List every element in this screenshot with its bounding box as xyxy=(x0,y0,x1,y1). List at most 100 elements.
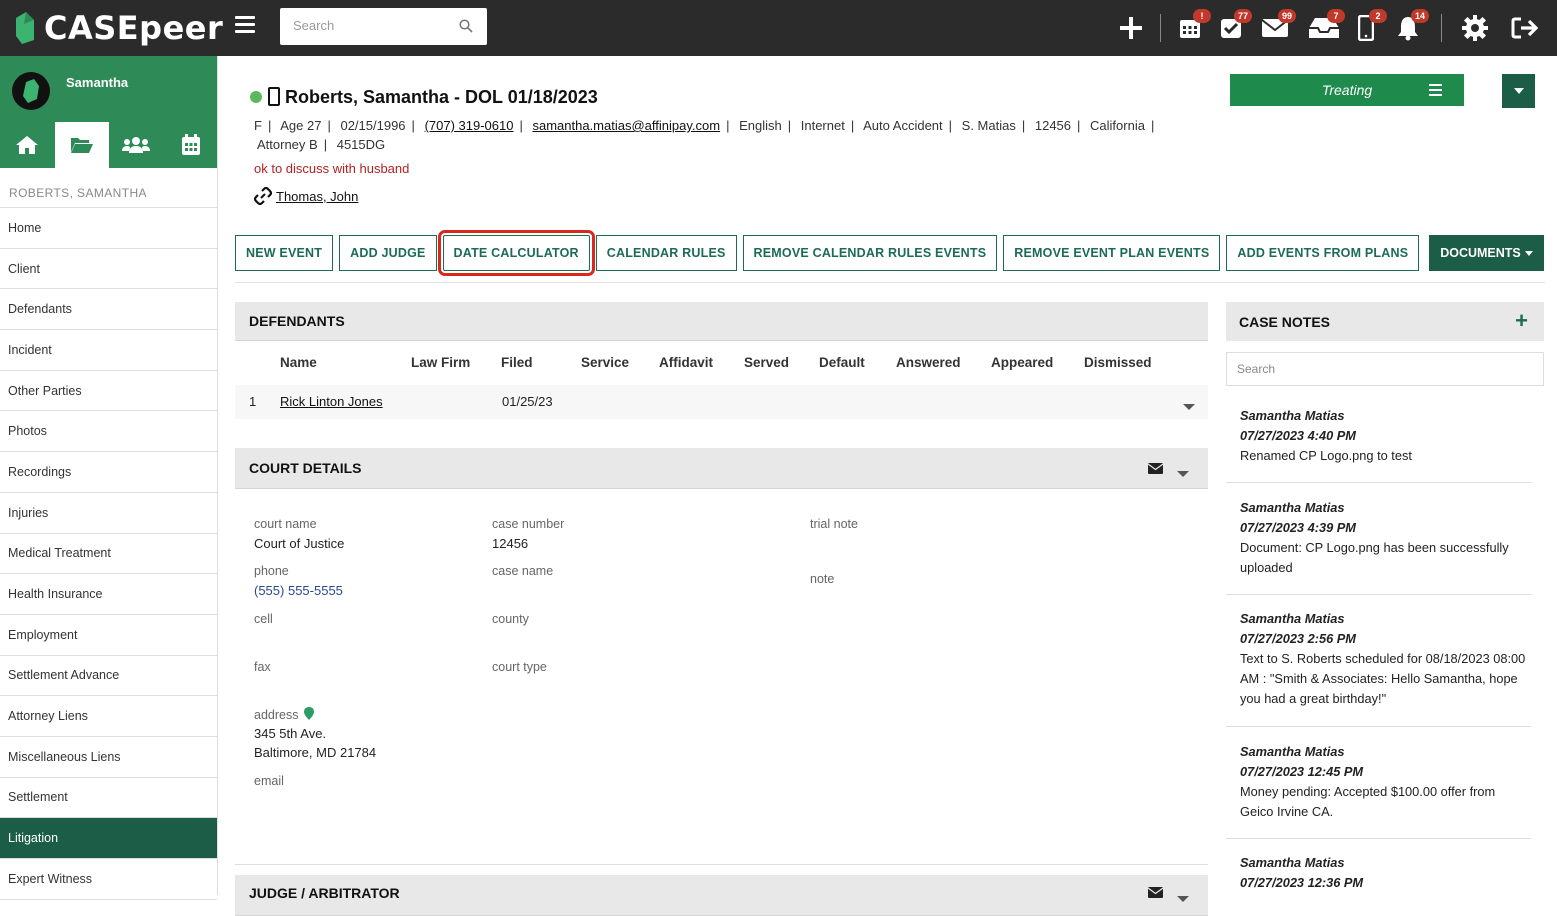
mobile-badge: 2 xyxy=(1369,9,1387,23)
sidebar-item-settlement-advance[interactable]: Settlement Advance xyxy=(0,656,217,697)
client-attorney: Attorney B xyxy=(257,137,318,152)
mail-icon[interactable]: 99 xyxy=(1258,9,1296,46)
sidebar-item-expert-witness[interactable]: Expert Witness xyxy=(0,859,217,900)
case-status-button[interactable]: Treating xyxy=(1230,74,1464,106)
add-events-from-plans-button[interactable]: ADD EVENTS FROM PLANS xyxy=(1226,235,1420,271)
note-text: Money pending: Accepted $100.00 offer fr… xyxy=(1240,784,1496,819)
add-judge-button[interactable]: ADD JUDGE xyxy=(339,235,437,271)
column-header-appeared: Appeared xyxy=(991,355,1054,370)
court-phone-value[interactable]: (555) 555-5555 xyxy=(254,583,343,598)
sidebar-item-medical-treatment[interactable]: Medical Treatment xyxy=(0,534,217,575)
remove-event-plan-events-button[interactable]: REMOVE EVENT PLAN EVENTS xyxy=(1003,235,1221,271)
tab-contacts[interactable] xyxy=(109,122,164,168)
sidebar-item-health-insurance[interactable]: Health Insurance xyxy=(0,574,217,615)
table-row[interactable]: 1 Rick Linton Jones 01/25/23 xyxy=(235,385,1208,419)
sidebar-item-defendants[interactable]: Defendants xyxy=(0,289,217,331)
sidebar-item-litigation[interactable]: Litigation xyxy=(0,818,217,859)
documents-label: DOCUMENTS xyxy=(1440,246,1521,260)
status-dropdown-toggle[interactable] xyxy=(1502,74,1535,108)
envelope-icon[interactable] xyxy=(1148,463,1163,474)
column-header-filed: Filed xyxy=(501,355,533,370)
collapse-toggle-icon[interactable] xyxy=(1177,889,1189,905)
casepeer-logo[interactable]: CASEpeer xyxy=(12,6,223,50)
sidebar-item-employment[interactable]: Employment xyxy=(0,615,217,656)
sidebar-item-other-parties[interactable]: Other Parties xyxy=(0,371,217,412)
avatar[interactable] xyxy=(12,72,50,110)
column-header-served: Served xyxy=(744,355,790,370)
note-time: 07/27/2023 12:36 PM xyxy=(1240,875,1364,890)
folder-open-icon xyxy=(70,138,93,153)
add-icon[interactable] xyxy=(1114,10,1148,46)
court-details-panel-header: COURT DETAILS xyxy=(235,448,1208,489)
client-source: Internet xyxy=(800,118,845,133)
sidebar-item-client[interactable]: Client xyxy=(0,249,217,290)
row-expand-icon[interactable] xyxy=(1183,398,1195,413)
sidebar-item-miscellaneous-liens[interactable]: Miscellaneous Liens xyxy=(0,737,217,778)
client-phone-link[interactable]: (707) 319-0610 xyxy=(425,118,514,133)
client-case-type: Auto Accident xyxy=(863,118,943,133)
divider xyxy=(1160,14,1161,42)
case-notes-search-input[interactable] xyxy=(1226,352,1544,386)
divider xyxy=(235,864,1208,865)
sidebar-nav: Home Client Defendants Incident Other Pa… xyxy=(0,208,217,900)
client-language: English xyxy=(739,118,782,133)
sidebar-item-injuries[interactable]: Injuries xyxy=(0,493,217,534)
global-search-input[interactable] xyxy=(280,8,450,43)
court-name-value: Court of Justice xyxy=(254,536,345,551)
collapse-toggle-icon[interactable] xyxy=(1177,464,1189,480)
note-author: Samantha Matias xyxy=(1240,500,1345,515)
sidebar-item-settlement[interactable]: Settlement xyxy=(0,778,217,819)
inbox-icon[interactable]: 7 xyxy=(1307,9,1345,46)
sidebar-item-incident[interactable]: Incident xyxy=(0,330,217,371)
gear-icon[interactable] xyxy=(1458,10,1492,46)
court-email-label: email xyxy=(254,774,284,788)
sidebar-item-recordings[interactable]: Recordings xyxy=(0,452,217,493)
client-title: Roberts, Samantha - DOL 01/18/2023 xyxy=(285,87,598,107)
home-icon xyxy=(16,136,39,154)
sidebar-item-home[interactable]: Home xyxy=(0,208,217,249)
tab-calendar[interactable] xyxy=(164,122,219,168)
defendants-title: DEFENDANTS xyxy=(249,313,345,329)
global-search[interactable] xyxy=(280,8,487,45)
tab-home[interactable] xyxy=(0,122,55,168)
search-icon[interactable] xyxy=(459,19,473,33)
case-notes-title: CASE NOTES xyxy=(1239,313,1331,330)
trial-note-label: trial note xyxy=(810,517,858,531)
defendant-name-link[interactable]: Rick Linton Jones xyxy=(280,394,383,409)
court-details-title: COURT DETAILS xyxy=(249,460,362,476)
column-header-law-firm: Law Firm xyxy=(411,355,471,370)
menu-icon[interactable] xyxy=(235,16,255,38)
calendar-rules-button[interactable]: CALENDAR RULES xyxy=(595,235,737,271)
column-header-default: Default xyxy=(819,355,865,370)
client-info-line-2: Attorney B | 4515DG xyxy=(257,137,386,152)
court-address-line-1: 345 5th Ave. xyxy=(254,726,327,741)
logout-icon[interactable] xyxy=(1508,10,1542,46)
case-note: Samantha Matias 07/27/2023 12:36 PM xyxy=(1240,853,1532,893)
note-time: 07/27/2023 4:40 PM xyxy=(1240,428,1356,443)
court-cell-label: cell xyxy=(254,612,273,626)
map-pin-icon[interactable] xyxy=(303,707,314,720)
case-number-value: 12456 xyxy=(492,536,529,551)
sidebar-item-attorney-liens[interactable]: Attorney Liens xyxy=(0,696,217,737)
mobile-icon[interactable]: 2 xyxy=(1349,9,1387,46)
documents-dropdown-button[interactable]: DOCUMENTS xyxy=(1429,235,1544,271)
tab-case-files[interactable] xyxy=(54,122,109,168)
note-author: Samantha Matias xyxy=(1240,408,1345,423)
linked-contact-link[interactable]: Thomas, John xyxy=(276,189,358,204)
client-email-link[interactable]: samantha.matias@affinipay.com xyxy=(532,118,720,133)
sidebar: Samantha ROBERTS, SAMANTHA Home Client D… xyxy=(0,56,219,900)
remove-calendar-rules-events-button[interactable]: REMOVE CALENDAR RULES EVENTS xyxy=(742,235,998,271)
sidebar-item-photos[interactable]: Photos xyxy=(0,411,217,453)
new-event-button[interactable]: NEW EVENT xyxy=(235,235,334,271)
litigation-action-bar: NEW EVENT ADD JUDGE DATE CALCULATOR CALE… xyxy=(235,230,1420,276)
tasks-icon[interactable]: 77 xyxy=(1214,9,1252,46)
envelope-icon[interactable] xyxy=(1148,887,1163,898)
add-note-icon[interactable]: + xyxy=(1515,310,1528,332)
court-name-label: court name xyxy=(254,517,317,531)
bell-icon[interactable]: 14 xyxy=(1391,9,1429,46)
calendar-icon[interactable]: ! xyxy=(1173,9,1211,46)
caret-down-icon xyxy=(1524,250,1533,256)
case-note: Samantha Matias 07/27/2023 2:56 PM Text … xyxy=(1240,609,1532,709)
date-calculator-button[interactable]: DATE CALCULATOR xyxy=(437,230,595,276)
divider xyxy=(1226,482,1531,483)
